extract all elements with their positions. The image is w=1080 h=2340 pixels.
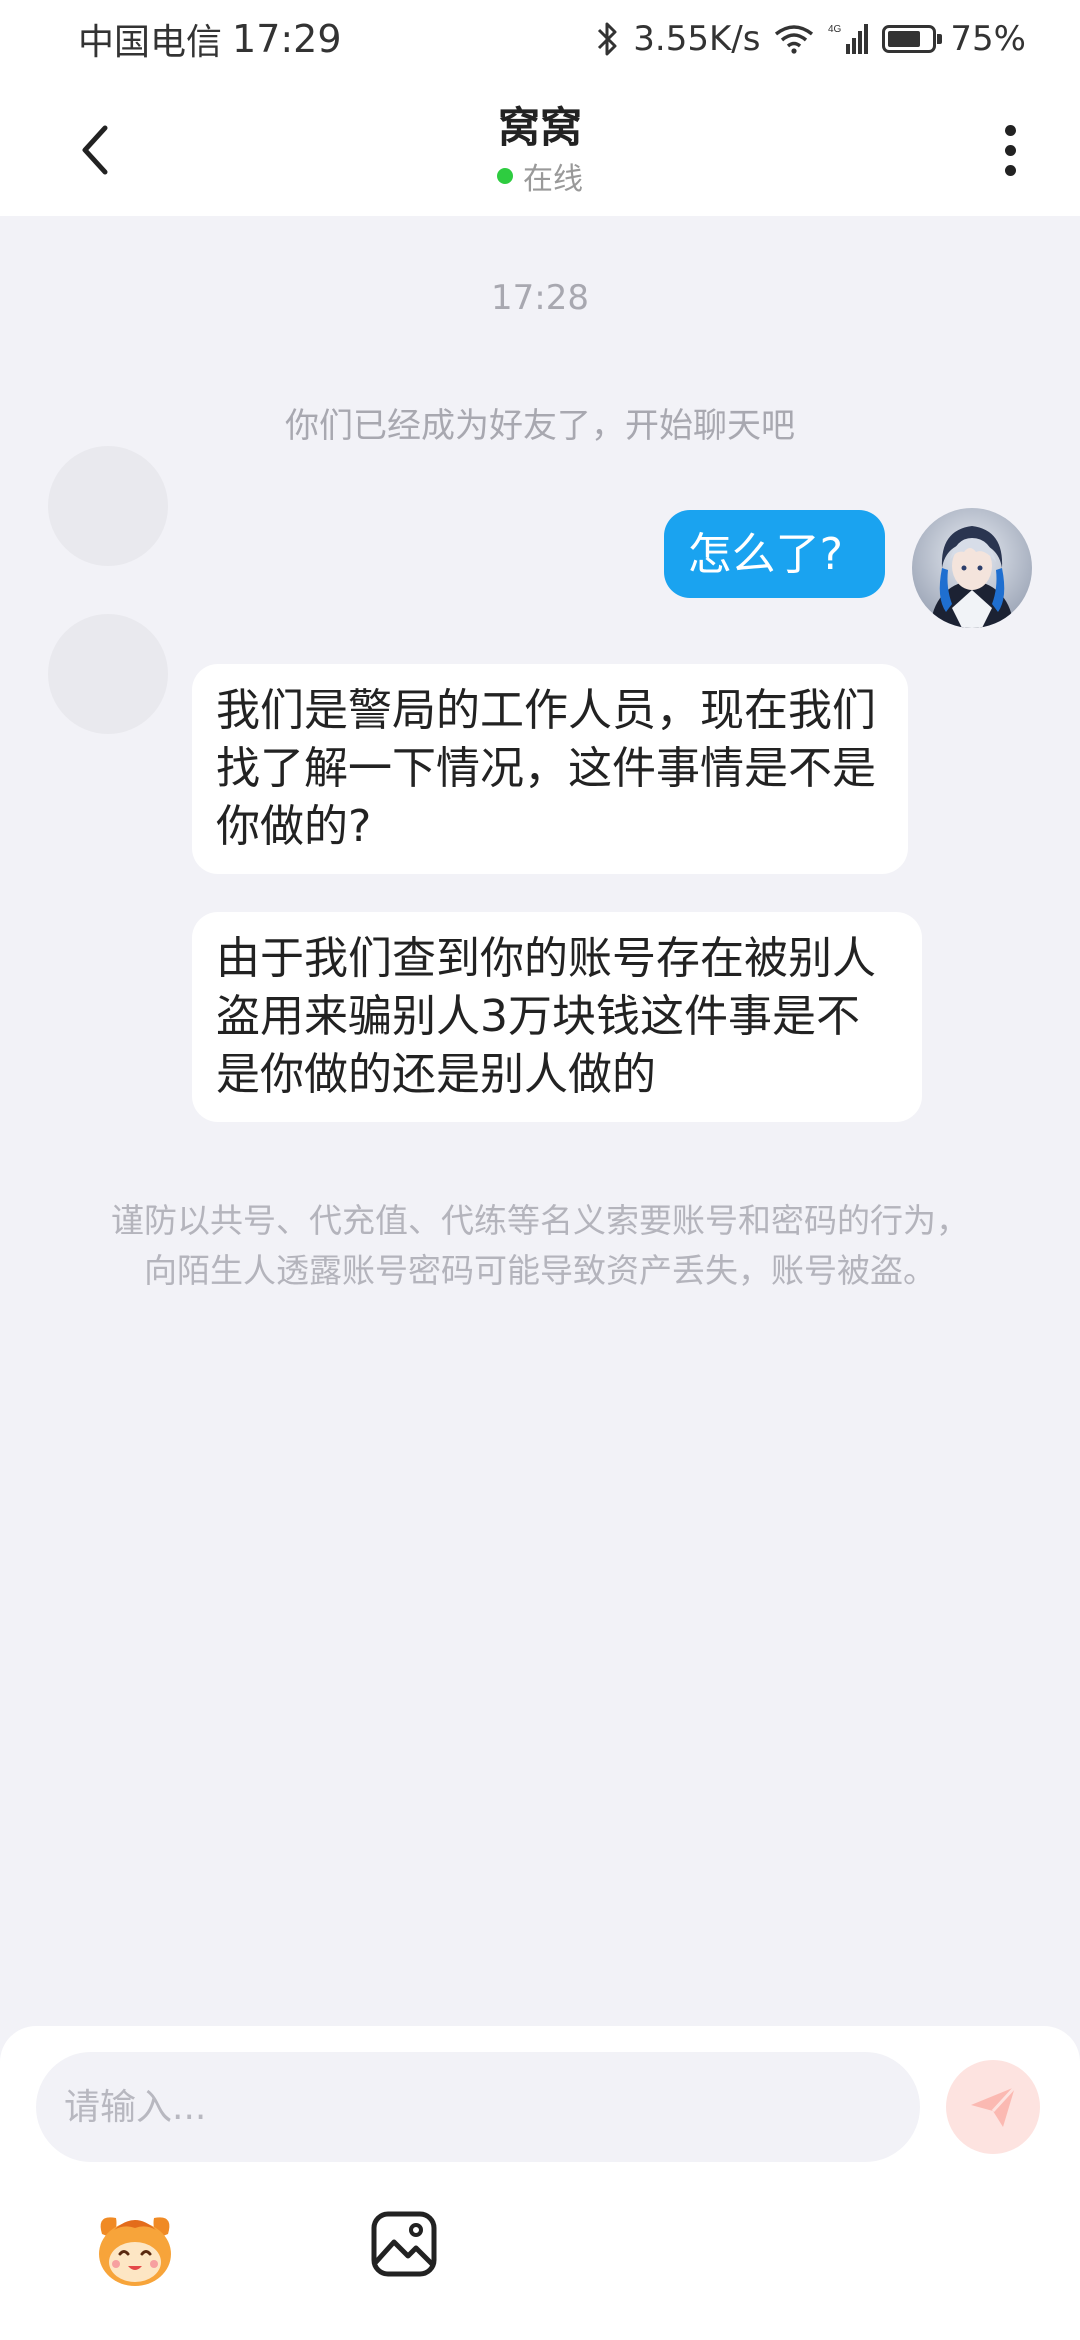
emoji-button[interactable] — [90, 2204, 180, 2294]
peer-avatar[interactable] — [48, 446, 168, 566]
battery-level — [888, 31, 920, 47]
status-time: 17:29 — [232, 17, 342, 61]
wifi-icon — [774, 24, 814, 54]
network-type-label: 4G — [828, 24, 842, 35]
message-input[interactable] — [36, 2052, 920, 2162]
more-dot — [1004, 164, 1016, 176]
online-status: 在线 — [0, 154, 1080, 198]
chat-area[interactable]: 17:28 你们已经成为好友了，开始聊天吧 怎么了? 我们是警局的工作人员，现在… — [0, 216, 1080, 2026]
peer-avatar[interactable] — [48, 614, 168, 734]
chat-header: 窝窝 在线 — [0, 80, 1080, 216]
incoming-message-bubble[interactable]: 我们是警局的工作人员，现在我们找了解一下情况，这件事情是不是你做的? — [192, 664, 908, 874]
more-vertical-icon — [1004, 124, 1016, 136]
friend-added-notice: 你们已经成为好友了，开始聊天吧 — [285, 406, 795, 446]
carrier-label: 中国电信 — [78, 22, 223, 63]
emoji-mascot-icon — [99, 2217, 171, 2286]
send-icon — [971, 2085, 1017, 2127]
send-button[interactable] — [946, 2060, 1040, 2154]
network-speed: 3.55K/s — [633, 19, 761, 59]
image-button[interactable] — [370, 2210, 438, 2278]
online-status-label: 在线 — [523, 162, 583, 197]
bluetooth-icon — [595, 21, 619, 57]
signal-icon: 4G — [828, 22, 869, 56]
status-bar: 中国电信 17:29 3.55K/s 4G 75% — [0, 0, 1080, 80]
outgoing-message-bubble[interactable]: 怎么了? — [663, 510, 885, 598]
message-timestamp: 17:28 — [491, 278, 589, 318]
status-right: 3.55K/s 4G 75% — [595, 14, 1026, 64]
battery-icon — [882, 25, 943, 53]
input-bar — [0, 2026, 1080, 2340]
anime-avatar-icon — [912, 508, 1032, 628]
more-dot — [1004, 144, 1016, 156]
more-button[interactable] — [980, 110, 1040, 190]
image-icon — [371, 2211, 437, 2277]
self-avatar[interactable] — [912, 508, 1032, 628]
online-dot-icon — [497, 168, 513, 184]
safety-warning-notice: 谨防以共号、代充值、代练等名义索要账号和密码的行为，向陌生人透露账号密码可能导致… — [111, 1201, 969, 1290]
battery-percent: 75% — [950, 19, 1026, 59]
contact-name: 窝窝 — [497, 103, 582, 152]
incoming-message-bubble[interactable]: 由于我们查到你的账号存在被别人盗用来骗别人3万块钱这件事是不是你做的还是别人做的 — [192, 912, 922, 1122]
status-left: 中国电信 17:29 — [78, 14, 342, 64]
